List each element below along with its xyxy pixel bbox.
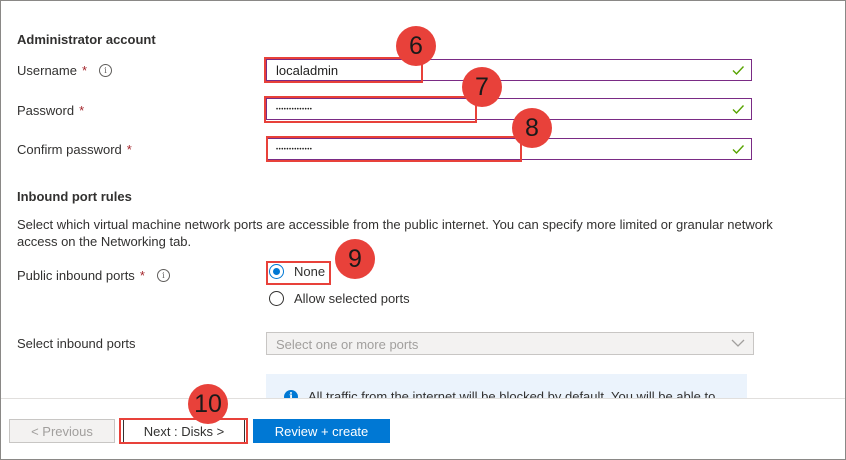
select-ports-label: Select inbound ports	[17, 336, 136, 351]
info-icon[interactable]: i	[156, 269, 170, 282]
select-ports-label-text: Select inbound ports	[17, 336, 136, 351]
select-ports-dropdown[interactable]: Select one or more ports	[266, 332, 754, 355]
password-label: Password *	[17, 103, 84, 118]
radio-unselected-icon[interactable]	[269, 291, 284, 306]
radio-none-label: None	[294, 264, 326, 279]
username-field[interactable]: localadmin	[266, 59, 752, 81]
info-icon[interactable]: i	[99, 64, 113, 77]
public-ports-label-text: Public inbound ports	[17, 268, 135, 283]
valid-check-icon	[732, 145, 745, 155]
chevron-down-icon	[731, 339, 745, 347]
review-create-button[interactable]: Review + create	[253, 419, 390, 443]
username-label-text: Username	[17, 63, 77, 78]
callout-badge: 8	[512, 108, 552, 148]
inbound-rules-heading: Inbound port rules	[17, 189, 132, 204]
required-asterisk: *	[126, 142, 132, 157]
confirm-password-label: Confirm password *	[17, 142, 132, 157]
radio-allow-label: Allow selected ports	[294, 291, 410, 306]
confirm-password-value: ••••••••••••••	[276, 147, 313, 153]
required-asterisk: *	[139, 268, 145, 283]
next-disks-button[interactable]: Next : Disks >	[123, 419, 245, 443]
radio-selected-icon[interactable]	[269, 264, 284, 279]
inbound-rules-description: Select which virtual machine network por…	[17, 217, 773, 249]
valid-check-icon	[732, 105, 745, 115]
public-ports-label: Public inbound ports * i	[17, 268, 170, 283]
valid-check-icon	[732, 66, 745, 76]
admin-account-heading: Administrator account	[17, 32, 156, 47]
footer-bar: < Previous Next : Disks > Review + creat…	[1, 398, 845, 459]
callout-badge: 7	[462, 67, 502, 107]
required-asterisk: *	[81, 63, 88, 78]
confirm-password-label-text: Confirm password	[17, 142, 122, 157]
callout-badge: 10	[188, 384, 228, 424]
radio-allow-selected[interactable]: Allow selected ports	[269, 291, 410, 306]
vm-create-form: Administrator account Username * i local…	[0, 0, 846, 460]
username-label: Username * i	[17, 63, 113, 78]
password-value: ••••••••••••••	[276, 107, 313, 113]
previous-button[interactable]: < Previous	[9, 419, 115, 443]
select-ports-placeholder: Select one or more ports	[276, 337, 419, 352]
required-asterisk: *	[79, 103, 85, 118]
username-value: localadmin	[276, 63, 339, 78]
password-label-text: Password	[17, 103, 75, 118]
callout-badge: 6	[396, 26, 436, 66]
password-field[interactable]: ••••••••••••••	[266, 98, 752, 120]
confirm-password-field[interactable]: ••••••••••••••	[266, 138, 752, 160]
callout-badge: 9	[335, 239, 375, 279]
radio-none[interactable]: None	[269, 264, 325, 279]
